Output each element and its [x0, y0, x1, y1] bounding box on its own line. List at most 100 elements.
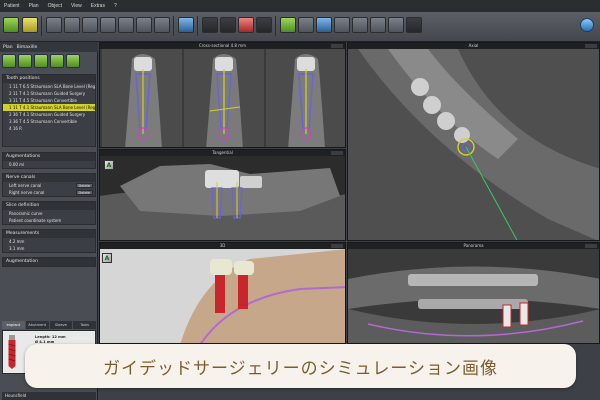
slice-row[interactable]: Patient coordinate system: [3, 217, 95, 224]
delete-button[interactable]: Delete: [75, 183, 93, 188]
cross-slice: [102, 49, 182, 147]
measure-icon[interactable]: [370, 17, 386, 33]
toolbar-separator: [197, 16, 198, 36]
section-header[interactable]: Tooth positions: [3, 75, 95, 83]
menu-item[interactable]: ?: [114, 3, 117, 9]
toolbar: [0, 12, 600, 42]
tooth-icon[interactable]: [64, 17, 80, 33]
edit-icon[interactable]: [18, 54, 32, 68]
tangential-view[interactable]: Tangential A: [99, 149, 346, 241]
menu-item[interactable]: Plan: [29, 3, 39, 9]
capture-icon[interactable]: [388, 17, 404, 33]
plan-panel-header: Plan Bimaxille: [0, 42, 98, 52]
app-window: Patient Plan Object View Extras ? Plan B…: [0, 0, 600, 400]
tooth-row[interactable]: 3 36 T 4.5 Straumann Convertible: [3, 118, 95, 125]
3d-view[interactable]: 3D A: [99, 242, 346, 344]
measurement-row[interactable]: 3.1 mm: [3, 245, 95, 252]
layout-icon[interactable]: [256, 17, 272, 33]
section-header[interactable]: Augmentation: [3, 258, 95, 266]
tab-implant[interactable]: Implant: [2, 321, 25, 329]
record-icon[interactable]: [238, 17, 254, 33]
tooth-icon[interactable]: [154, 17, 170, 33]
3d-image: [100, 249, 345, 343]
tooth-row[interactable]: 1 11 T 6.5 Straumann SLA Bone Level (Reg…: [3, 83, 95, 90]
orientation-cube[interactable]: A: [104, 160, 114, 170]
export-icon[interactable]: [406, 17, 422, 33]
caption-text: ガイデッドサージェリーのシミュレーション画像: [103, 358, 498, 379]
back-icon[interactable]: [3, 17, 19, 33]
menu-item[interactable]: Object: [48, 3, 62, 9]
augmentation-volume: 0.00 ml: [9, 162, 25, 167]
delete-button[interactable]: Delete: [75, 190, 93, 195]
view-controls[interactable]: [331, 151, 343, 155]
reset-icon[interactable]: [352, 17, 368, 33]
menu-item[interactable]: Patient: [4, 3, 20, 9]
tab-sleeve[interactable]: Sleeve: [49, 321, 73, 329]
plan-tools: [2, 54, 96, 72]
tooth-row[interactable]: 2 11 T 4.1 Straumann Guided Surgery: [3, 90, 95, 97]
nerve-row[interactable]: Right nerve canal Delete: [3, 189, 95, 196]
tooth-icon[interactable]: [118, 17, 134, 33]
section-header[interactable]: Slice definition: [3, 202, 95, 210]
implant-tabs: Implant Abutment Sleeve Tools: [2, 321, 96, 329]
measurements-section: Measurements 4.2 mm 3.1 mm: [2, 229, 96, 253]
section-header[interactable]: Augmentations: [3, 153, 95, 161]
delete-icon[interactable]: [66, 54, 80, 68]
hounsfield-footer[interactable]: Hounsfield: [2, 392, 96, 400]
axial-image: [348, 49, 599, 240]
layout-icon[interactable]: [202, 17, 218, 33]
caption-banner: ガイデッドサージェリーのシミュレーション画像: [25, 344, 576, 388]
nerve-row[interactable]: Left nerve canal Delete: [3, 182, 95, 189]
orientation-cube[interactable]: A: [102, 253, 112, 263]
toolbar-separator: [275, 16, 276, 36]
menu-item[interactable]: View: [71, 3, 82, 9]
folder-icon[interactable]: [22, 17, 38, 33]
pan-icon[interactable]: [316, 17, 332, 33]
tooth-row[interactable]: 4 16 R: [3, 125, 95, 132]
layout-icon[interactable]: [220, 17, 236, 33]
menu-bar: Patient Plan Object View Extras ?: [0, 0, 600, 12]
plan-name[interactable]: Bimaxille: [17, 45, 38, 50]
view-controls[interactable]: [331, 244, 343, 248]
tooth-icon[interactable]: [136, 17, 152, 33]
measurement-row[interactable]: 4.2 mm: [3, 238, 95, 245]
axial-view[interactable]: Axial: [347, 42, 600, 241]
slice-definition-section: Slice definition Panoramic curve Patient…: [2, 201, 96, 225]
cross-sectional-view[interactable]: Cross-sectional 4.8 mm: [99, 42, 346, 148]
section-header[interactable]: Measurements: [3, 230, 95, 238]
help-icon[interactable]: [580, 18, 594, 32]
check-icon[interactable]: [280, 17, 296, 33]
tooth-icon[interactable]: [82, 17, 98, 33]
view-controls[interactable]: [331, 44, 343, 48]
tooth-row-selected[interactable]: 1 11 T 4.1 Straumann SLA Bone Level (Reg…: [3, 104, 95, 111]
rotate-icon[interactable]: [334, 17, 350, 33]
nerve-label: Left nerve canal: [9, 183, 42, 188]
tab-tools[interactable]: Tools: [73, 321, 96, 329]
menu-item[interactable]: Extras: [91, 3, 105, 9]
nerve-canals-section: Nerve canals Left nerve canal Delete Righ…: [2, 173, 96, 197]
view-controls[interactable]: [585, 44, 597, 48]
tooth-row[interactable]: 2 36 T 4.1 Straumann Guided Surgery: [3, 111, 95, 118]
panoramic-view[interactable]: Panorama: [347, 242, 600, 344]
move-icon[interactable]: [178, 17, 194, 33]
implant-icon: [8, 335, 16, 369]
tooth-icon[interactable]: [50, 54, 64, 68]
section-header[interactable]: Nerve canals: [3, 174, 95, 182]
tangential-image: [100, 156, 345, 240]
nerve-label: Right nerve canal: [9, 190, 45, 195]
add-icon[interactable]: [2, 54, 16, 68]
tooth-row[interactable]: 3 11 T 4.5 Straumann Convertible: [3, 97, 95, 104]
tooth-positions-section: Tooth positions 1 11 T 6.5 Straumann SLA…: [2, 74, 96, 147]
view-controls[interactable]: [585, 244, 597, 248]
augmentations-section: Augmentations 0.00 ml: [2, 152, 96, 169]
copy-icon[interactable]: [34, 54, 48, 68]
panoramic-image: [348, 249, 599, 343]
toolbar-separator: [173, 16, 174, 36]
tab-abutment[interactable]: Abutment: [25, 321, 49, 329]
tooth-icon[interactable]: [100, 17, 116, 33]
toolbar-separator: [41, 16, 42, 36]
tooth-icon[interactable]: [46, 17, 62, 33]
plan-panel-title: Plan: [3, 44, 13, 50]
zoom-icon[interactable]: [298, 17, 314, 33]
slice-row[interactable]: Panoramic curve: [3, 210, 95, 217]
